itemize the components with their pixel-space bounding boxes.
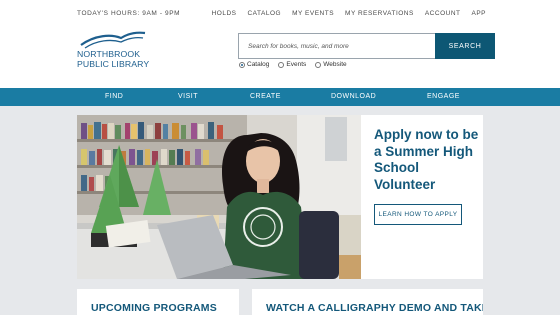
nav-download[interactable]: DOWNLOAD	[331, 93, 376, 100]
hero-photo[interactable]	[77, 115, 361, 279]
nav-engage[interactable]: ENGAGE	[427, 93, 460, 100]
nav-visit[interactable]: VISIT	[178, 93, 198, 100]
open-book-icon	[80, 31, 146, 49]
utility-nav: HOLDS CATALOG MY EVENTS MY RESERVATIONS …	[212, 10, 486, 17]
search-input[interactable]	[238, 33, 435, 59]
logo-line-2: PUBLIC LIBRARY	[77, 58, 150, 69]
scope-catalog-label: Catalog	[247, 61, 270, 68]
upcoming-programs-title[interactable]: UPCOMING PROGRAMS	[91, 302, 217, 314]
radio-website[interactable]	[315, 61, 322, 68]
nav-find[interactable]: FIND	[105, 93, 123, 100]
util-link-catalog[interactable]: CATALOG	[247, 10, 281, 17]
calligraphy-demo-title[interactable]: WATCH A CALLIGRAPHY DEMO AND TAKE	[266, 302, 483, 314]
hero-title: Apply now to be a Summer High School Vol…	[374, 127, 479, 192]
calligraphy-demo-card[interactable]: WATCH A CALLIGRAPHY DEMO AND TAKE	[252, 289, 483, 315]
util-link-account[interactable]: ACCOUNT	[425, 10, 461, 17]
scope-website-label: Website	[323, 61, 347, 68]
util-link-app[interactable]: APP	[471, 10, 486, 17]
scope-catalog[interactable]: Catalog	[239, 61, 269, 68]
scope-events-label: Events	[286, 61, 307, 68]
nav-create[interactable]: CREATE	[250, 93, 281, 100]
radio-events[interactable]	[278, 61, 285, 68]
todays-hours: TODAY'S HOURS: 9AM - 9PM	[77, 10, 181, 17]
site-header: TODAY'S HOURS: 9AM - 9PM HOLDS CATALOG M…	[0, 0, 560, 88]
scope-events[interactable]: Events	[278, 61, 306, 68]
library-logo[interactable]: NORTHBROOK PUBLIC LIBRARY	[77, 30, 157, 74]
search-button[interactable]: SEARCH	[435, 33, 495, 59]
main-nav: FIND VISIT CREATE DOWNLOAD ENGAGE	[0, 88, 560, 106]
radio-catalog[interactable]	[239, 61, 245, 68]
learn-how-to-apply-button[interactable]: LEARN HOW TO APPLY	[374, 204, 462, 225]
util-link-holds[interactable]: HOLDS	[212, 10, 237, 17]
scope-website[interactable]: Website	[315, 61, 347, 68]
util-link-my-events[interactable]: MY EVENTS	[292, 10, 334, 17]
search-scope: Catalog Events Website	[239, 61, 347, 68]
hero-banner: Apply now to be a Summer High School Vol…	[77, 115, 483, 279]
upcoming-programs-card[interactable]: UPCOMING PROGRAMS	[77, 289, 239, 315]
util-link-my-reservations[interactable]: MY RESERVATIONS	[345, 10, 414, 17]
